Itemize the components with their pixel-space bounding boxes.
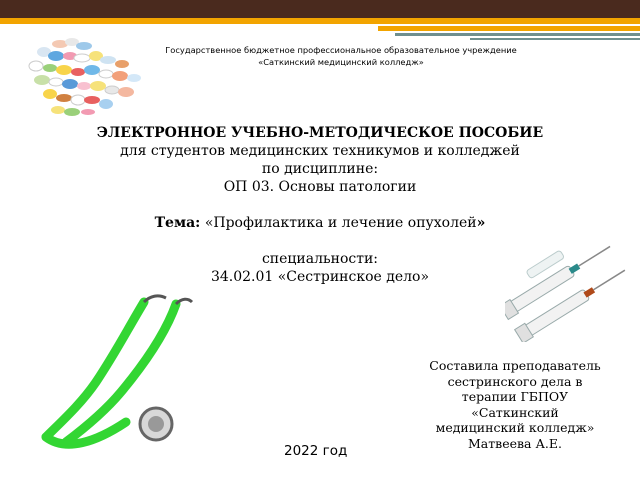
specialty-name: 34.02.01 «Сестринское дело» [210,269,430,285]
top-accent-bar [0,18,640,24]
document-title: ЭЛЕКТРОННОЕ УЧЕБНО-МЕТОДИЧЕСКОЕ ПОСОБИЕ [96,125,544,141]
top-dark-bar [0,0,640,18]
discipline-name: ОП 03. Основы патологии [223,179,417,195]
title-block: ЭЛЕКТРОННОЕ УЧЕБНО-МЕТОДИЧЕСКОЕ ПОСОБИЕ … [70,124,570,286]
author-name: Матвеева А.Е. [467,435,562,451]
institution-name: «Саткинский медицинский колледж» [258,57,424,67]
audience-text: для студентов медицинских техникумов и к… [120,143,520,159]
grey-line-2 [470,38,640,40]
topic-name: Профилактика и лечение опухолей [213,215,477,231]
topic-label: Тема: [154,215,201,231]
topic-line: Тема: «Профилактика и лечение опухолей» [70,214,570,232]
author-line-5: медицинский колледж» [435,420,595,435]
institution-header: Государственное бюджетное профессиональн… [150,44,532,68]
author-line-4: «Саткинский [471,404,559,420]
topic-close-quote: » [476,215,486,231]
specialty-label: специальности: [261,251,379,267]
stethoscope-image [41,294,194,449]
year-label: 2022 год [284,443,348,459]
accent-bar-short [378,26,640,31]
institution-type: Государственное бюджетное профессиональн… [165,45,517,55]
discipline-label: по дисциплине: [261,161,379,177]
author-block: Составила преподаватель сестринского дел… [410,358,620,451]
author-line-2: сестринского дела в [447,373,583,389]
author-line-3: терапии ГБПОУ [461,389,569,404]
syringes-image [505,245,626,342]
author-line-1: Составила преподаватель [429,358,601,373]
pills-image [28,38,141,116]
grey-line-1 [395,33,640,36]
